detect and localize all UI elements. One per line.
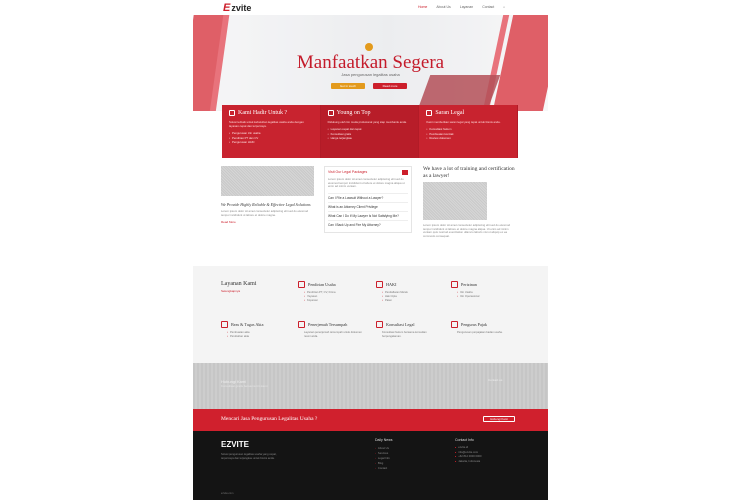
contact-address: Jakarta, Indonesia — [455, 460, 481, 465]
service-item[interactable]: Konsultasi Legal Konsultasi hukum bersam… — [376, 321, 446, 338]
logo[interactable]: E zvite — [223, 2, 251, 14]
main-nav: Home About Us Layanan Contact ⌕ — [418, 5, 505, 9]
license-icon — [451, 281, 458, 288]
faq-header: Visit Our Legal Packages — [328, 170, 408, 175]
footer-link[interactable]: Contact — [375, 466, 393, 471]
article-column-3: We have a lot of training and certificat… — [423, 166, 518, 238]
users-icon — [327, 110, 334, 116]
feature-text: Kami memberikan saran legal yang tepat u… — [426, 120, 501, 124]
faq-box: Visit Our Legal Packages Lorem ipsum dol… — [324, 166, 412, 233]
feature-title: Kami Hadir Untuk ? — [229, 110, 313, 116]
hero-banner: Manfaatkan Segera Jasa pengurusan legali… — [193, 15, 548, 111]
feature-cards: Kami Hadir Untuk ? Solusi terbaik untuk … — [222, 105, 519, 158]
service-point: Perubahan akta — [221, 335, 291, 339]
faq-header-mark — [402, 170, 408, 175]
logo-text: zvite — [231, 3, 252, 13]
faq-intro: Lorem ipsum dolor sit amet consectetur a… — [328, 177, 405, 189]
feature-card: Saran Legal Kami memberikan saran legal … — [419, 105, 519, 158]
feature-point: Harga terjangkau — [328, 136, 412, 141]
service-item[interactable]: HAKI Pendaftaran Merek Hak Cipta Paten — [376, 281, 446, 303]
feature-text: Solusi terbaik untuk kebutuhan legalitas… — [229, 120, 304, 128]
faq-item[interactable]: Can I File a Lawsuit Without a Lawyer? — [328, 192, 408, 202]
services-title: Layanan Kami — [221, 281, 257, 287]
faq-item[interactable]: What Can I Do If My Lawyer Is Not Satisf… — [328, 210, 408, 220]
faq-item[interactable]: Can I Back Up and Fire My Attorney? — [328, 219, 408, 229]
feature-text: Didukung oleh tim muda profesional yang … — [327, 120, 407, 124]
hero-primary-button[interactable]: Get in touch — [331, 83, 365, 89]
footer: EZVITE Solusi pengurusan legalitas usaha… — [193, 431, 548, 500]
services-section: Layanan Kami Selengkapnya Pendirian Usah… — [193, 266, 548, 363]
feature-point: Pengurusan HAKI — [229, 140, 313, 145]
hero-secondary-button[interactable]: Read more — [373, 83, 407, 89]
service-point: Izin Operasional — [451, 295, 521, 299]
feature-title: Saran Legal — [426, 110, 510, 116]
nav-about[interactable]: About Us — [436, 5, 450, 9]
article-title: We Provide Highly Reliable & Effective L… — [221, 202, 311, 207]
footer-contact: Contact Info ezvite.id info@ezvite.com +… — [455, 438, 481, 464]
service-point: Paten — [376, 299, 446, 303]
service-text: Konsultasi hukum bersama konsultan berpe… — [382, 331, 427, 338]
footer-links-title: Daily News — [375, 438, 393, 442]
service-item[interactable]: Beas & Tugas Akta Pembuatan akta Perubah… — [221, 321, 291, 339]
footer-description: Solusi pengurusan legalitas usaha yang c… — [221, 453, 277, 460]
trademark-icon — [376, 281, 383, 288]
article-text: Lorem ipsum dolor sit amet consectetur a… — [221, 209, 309, 217]
hero-title: Manfaatkan Segera — [296, 52, 445, 73]
tax-icon — [451, 321, 458, 328]
article-image — [221, 166, 314, 196]
faq-item[interactable]: What is an Attorney Client Privilege — [328, 201, 408, 211]
logo-mark: E — [223, 2, 231, 14]
certification-text: Lorem ipsum dolor sit amet consectetur a… — [423, 223, 511, 238]
nav-contact[interactable]: Contact — [482, 5, 494, 9]
deed-icon — [221, 321, 228, 328]
cta-button[interactable]: Hubungi Kami — [483, 416, 515, 422]
band-link[interactable]: Contact us — [488, 378, 502, 382]
certification-title: We have a lot of training and certificat… — [423, 166, 515, 179]
cta-banner: Mencari Jasa Pengurusan Legalitas Usaha … — [193, 409, 548, 431]
translate-icon — [298, 321, 305, 328]
footer-logo[interactable]: EZVITE — [221, 440, 249, 449]
footer-copyright: ezvite.com — [221, 492, 234, 495]
service-point: Koperasi — [298, 299, 368, 303]
hero-subtitle: Jasa pengurusan legalitas usaha — [341, 72, 400, 77]
nav-layanan[interactable]: Layanan — [460, 5, 473, 9]
article-column-2: Visit Our Legal Packages Lorem ipsum dol… — [324, 166, 412, 233]
feature-card: Kami Hadir Untuk ? Solusi terbaik untuk … — [222, 105, 321, 158]
hero-scale-icon — [365, 43, 373, 51]
feature-card: Young on Top Didukung oleh tim muda prof… — [320, 105, 420, 158]
footer-contact-title: Contact Info — [455, 438, 474, 442]
scale-icon — [229, 110, 235, 116]
contact-band: Hubungi Kami Konsultasi gratis bersama t… — [193, 363, 548, 409]
nav-home[interactable]: Home — [418, 5, 427, 9]
feature-point: Review dokumen — [426, 136, 510, 141]
footer-links: Daily News About Us Services Legal Info … — [375, 438, 393, 471]
certification-image — [423, 182, 487, 220]
feature-title: Young on Top — [327, 110, 412, 116]
service-item[interactable]: Perizinan Izin Usaha Izin Operasional — [451, 281, 521, 299]
building-icon — [298, 281, 305, 288]
document-icon — [426, 110, 433, 116]
band-subtitle: Konsultasi gratis bersama tim kami — [221, 384, 268, 388]
service-text: Layanan penerjemah tersumpah untuk dokum… — [304, 331, 362, 338]
page: E zvite Home About Us Layanan Contact ⌕ … — [193, 0, 548, 500]
service-text: Pengurusan perpajakan badan usaha. — [457, 331, 503, 334]
service-item[interactable]: Penerjemah Tersumpah Layanan penerjemah … — [298, 321, 368, 338]
article-column-1: We Provide Highly Reliable & Effective L… — [221, 166, 314, 224]
service-item[interactable]: Pengurus Pajak Pengurusan perpajakan bad… — [451, 321, 521, 335]
consult-icon — [376, 321, 383, 328]
top-navbar: E zvite Home About Us Layanan Contact ⌕ — [193, 0, 548, 15]
search-icon[interactable]: ⌕ — [503, 5, 505, 9]
service-item[interactable]: Pendirian Usaha Pendirian PT, CV, Firma … — [298, 281, 368, 303]
read-more-link[interactable]: Read More — [221, 220, 314, 224]
cta-title: Mencari Jasa Pengurusan Legalitas Usaha … — [221, 416, 318, 422]
services-subtitle[interactable]: Selengkapnya — [221, 289, 240, 293]
